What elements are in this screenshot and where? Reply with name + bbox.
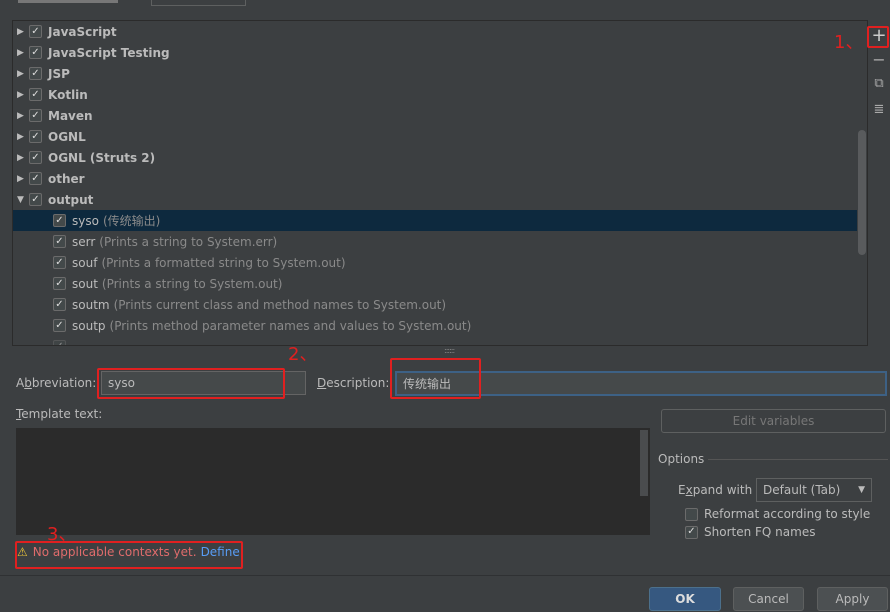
template-checkbox[interactable]: ✓ bbox=[53, 319, 66, 332]
shorten-fq-checkbox[interactable]: ✓ Shorten FQ names bbox=[685, 525, 815, 539]
template-scrollbar[interactable] bbox=[640, 430, 648, 496]
collapsed-arrow-icon[interactable]: ▶ bbox=[17, 48, 29, 58]
expand-with-select[interactable]: Default (Tab) ▼ bbox=[756, 478, 872, 502]
tree-group[interactable]: ▶ ✓ OGNL bbox=[13, 126, 857, 147]
reformat-checkbox-box[interactable] bbox=[685, 507, 698, 521]
abbreviation-label: Abbreviation: bbox=[16, 376, 97, 390]
template-text-area[interactable] bbox=[16, 428, 650, 535]
template-abbr: soutp bbox=[72, 318, 106, 333]
copy-button[interactable]: ⧉ bbox=[869, 76, 889, 91]
group-checkbox[interactable]: ✓ bbox=[29, 67, 42, 80]
template-item[interactable]: ✓ soutm (Prints current class and method… bbox=[13, 294, 857, 315]
remove-button[interactable]: − bbox=[869, 50, 889, 69]
tree-group[interactable]: ▶ ✓ OGNL (Struts 2) bbox=[13, 147, 857, 168]
edit-button[interactable]: ≣ bbox=[869, 102, 889, 117]
group-checkbox[interactable]: ✓ bbox=[29, 172, 42, 185]
template-abbr: syso bbox=[72, 213, 99, 228]
reformat-label: Reformat according to style bbox=[704, 507, 871, 521]
group-checkbox[interactable]: ✓ bbox=[29, 46, 42, 59]
annotation-box-1 bbox=[867, 26, 889, 48]
tree-group[interactable]: ▼ ✓ output bbox=[13, 189, 857, 210]
template-checkbox[interactable]: ✓ bbox=[53, 214, 66, 227]
template-checkbox: ✓ bbox=[53, 340, 66, 345]
group-label: OGNL bbox=[48, 129, 86, 144]
collapsed-arrow-icon[interactable]: ▶ bbox=[17, 132, 29, 142]
group-label: OGNL (Struts 2) bbox=[48, 150, 156, 165]
cancel-button[interactable]: Cancel bbox=[733, 587, 804, 611]
options-divider bbox=[708, 459, 888, 460]
collapsed-arrow-icon[interactable]: ▶ bbox=[17, 90, 29, 100]
edit-variables-button[interactable]: Edit variables bbox=[661, 409, 886, 433]
tree-group[interactable]: ▶ ✓ JSP bbox=[13, 63, 857, 84]
ok-button[interactable]: OK bbox=[649, 587, 721, 611]
template-abbr: sout bbox=[72, 276, 98, 291]
template-abbr: soutm bbox=[72, 297, 110, 312]
reformat-checkbox[interactable]: Reformat according to style bbox=[685, 507, 870, 521]
template-item[interactable]: ✓ serr (Prints a string to System.err) bbox=[13, 231, 857, 252]
options-title: Options bbox=[658, 452, 705, 466]
template-item-clipped: ✓ bbox=[13, 336, 857, 345]
group-label: Maven bbox=[48, 108, 93, 123]
template-checkbox[interactable]: ✓ bbox=[53, 256, 66, 269]
template-item[interactable]: ✓ syso (传统输出) bbox=[13, 210, 857, 231]
annotation-box-2b bbox=[390, 358, 481, 399]
collapsed-arrow-icon[interactable]: ▶ bbox=[17, 111, 29, 121]
group-checkbox[interactable]: ✓ bbox=[29, 88, 42, 101]
apply-button[interactable]: Apply bbox=[817, 587, 888, 611]
annotation-2: 2、 bbox=[288, 344, 318, 365]
template-desc: (Prints a string to System.err) bbox=[99, 234, 278, 249]
description-label: Description: bbox=[317, 376, 390, 390]
top-partial-field bbox=[151, 0, 246, 6]
group-checkbox[interactable]: ✓ bbox=[29, 109, 42, 122]
top-partial-label bbox=[18, 0, 118, 3]
group-checkbox[interactable]: ✓ bbox=[29, 193, 42, 206]
annotation-box-3 bbox=[15, 541, 243, 569]
template-checkbox[interactable]: ✓ bbox=[53, 235, 66, 248]
group-label: Kotlin bbox=[48, 87, 88, 102]
splitter-handle[interactable]: :::::: bbox=[444, 346, 455, 355]
annotation-box-2a bbox=[97, 368, 285, 399]
tree-scrollbar[interactable] bbox=[858, 130, 866, 255]
group-checkbox[interactable]: ✓ bbox=[29, 151, 42, 164]
template-text-label: Template text: bbox=[16, 407, 103, 421]
annotation-1: 1、 bbox=[834, 32, 864, 53]
shorten-fq-label: Shorten FQ names bbox=[704, 525, 816, 539]
collapsed-arrow-icon[interactable]: ▶ bbox=[17, 174, 29, 184]
chevron-down-icon: ▼ bbox=[858, 485, 865, 495]
template-desc: (传统输出) bbox=[102, 214, 161, 228]
expand-with-label: Expand with bbox=[678, 483, 753, 497]
group-label: JavaScript Testing bbox=[48, 45, 170, 60]
collapsed-arrow-icon[interactable]: ▶ bbox=[17, 27, 29, 37]
template-checkbox[interactable]: ✓ bbox=[53, 298, 66, 311]
tree-group[interactable]: ▶ ✓ Maven bbox=[13, 105, 857, 126]
template-desc: (Prints a string to System.out) bbox=[101, 276, 283, 291]
tree-group[interactable]: ▶ ✓ JavaScript Testing bbox=[13, 42, 857, 63]
group-label: JSP bbox=[48, 66, 70, 81]
template-desc: (Prints a formatted string to System.out… bbox=[101, 255, 346, 270]
template-item[interactable]: ✓ soutp (Prints method parameter names a… bbox=[13, 315, 857, 336]
template-desc: (Prints current class and method names t… bbox=[113, 297, 447, 312]
group-checkbox[interactable]: ✓ bbox=[29, 25, 42, 38]
template-desc: (Prints method parameter names and value… bbox=[109, 318, 472, 333]
expanded-arrow-icon[interactable]: ▼ bbox=[17, 195, 29, 205]
shorten-fq-checkbox-box[interactable]: ✓ bbox=[685, 525, 698, 539]
group-label: other bbox=[48, 171, 85, 186]
live-templates-tree[interactable]: ▶ ✓ JavaScript ▶ ✓ JavaScript Testing ▶ ✓ … bbox=[12, 20, 868, 346]
tree-group[interactable]: ▶ ✓ Kotlin bbox=[13, 84, 857, 105]
template-item[interactable]: ✓ sout (Prints a string to System.out) bbox=[13, 273, 857, 294]
tree-group[interactable]: ▶ ✓ JavaScript bbox=[13, 21, 857, 42]
expand-with-value: Default (Tab) bbox=[763, 483, 841, 497]
template-abbr: serr bbox=[72, 234, 96, 249]
tree-group[interactable]: ▶ ✓ other bbox=[13, 168, 857, 189]
group-label: output bbox=[48, 192, 94, 207]
template-checkbox[interactable]: ✓ bbox=[53, 277, 66, 290]
template-item[interactable]: ✓ souf (Prints a formatted string to Sys… bbox=[13, 252, 857, 273]
group-label: JavaScript bbox=[48, 24, 117, 39]
collapsed-arrow-icon[interactable]: ▶ bbox=[17, 153, 29, 163]
template-abbr: souf bbox=[72, 255, 98, 270]
collapsed-arrow-icon[interactable]: ▶ bbox=[17, 69, 29, 79]
group-checkbox[interactable]: ✓ bbox=[29, 130, 42, 143]
footer-divider bbox=[0, 575, 890, 576]
side-toolbar: + − ⧉ ≣ bbox=[869, 20, 890, 346]
